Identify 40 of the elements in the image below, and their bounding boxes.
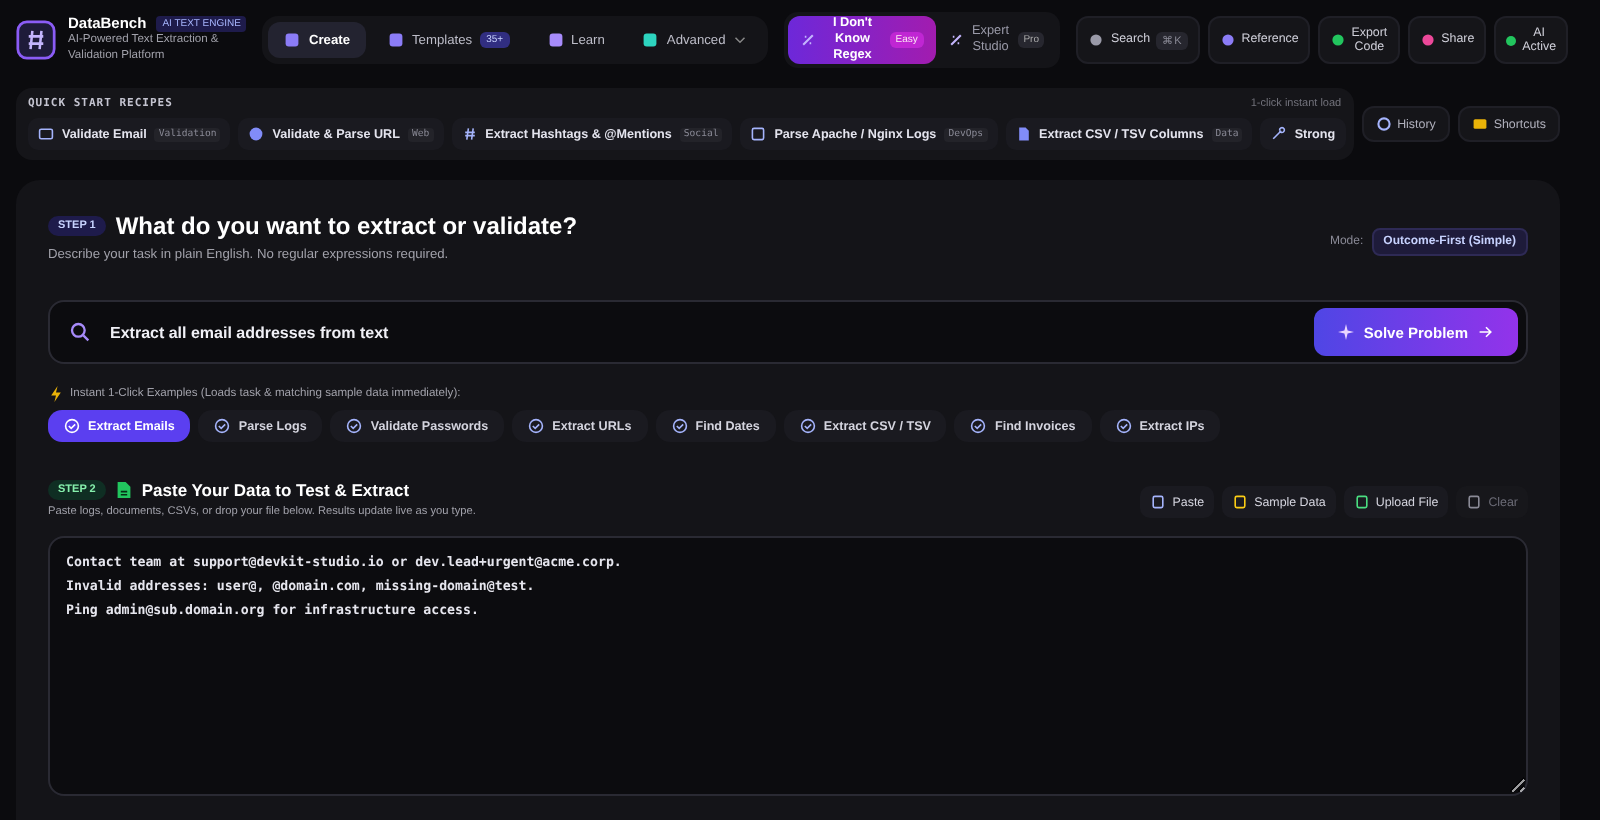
recipe-icon: [1270, 126, 1287, 142]
recipe-icon: [1015, 126, 1032, 142]
mode-icon: [947, 32, 964, 48]
chevron-icon: [733, 36, 746, 44]
side-icon: [1471, 116, 1488, 132]
action-icon: [1353, 494, 1370, 510]
side-icon: [1375, 116, 1392, 132]
step-title: What do you want to extract or validate?: [115, 212, 578, 240]
recipe-icon: [461, 126, 478, 142]
check-circle-icon: [214, 418, 231, 434]
action-icon: [1232, 494, 1249, 510]
nav-icon: [388, 32, 404, 48]
check-circle-icon: [970, 418, 987, 434]
step-title: Paste Your Data to Test & Extract: [141, 480, 410, 500]
nav-icon: [547, 32, 564, 48]
check-circle-icon: [671, 418, 688, 434]
document-icon: [115, 480, 132, 500]
search-icon: [70, 322, 90, 342]
arrow-icon: [1478, 324, 1494, 340]
tool-icon: [1219, 32, 1236, 48]
recipe-icon: [38, 126, 54, 142]
check-circle-icon: [346, 418, 363, 434]
recipe-icon: [750, 126, 767, 142]
tool-icon: [1419, 32, 1436, 48]
logo-icon: [16, 20, 56, 60]
recipe-icon: [248, 126, 265, 142]
action-icon: [1150, 494, 1167, 510]
check-circle-icon: [528, 418, 545, 434]
nav-icon: [284, 32, 301, 48]
check-circle-icon: [799, 418, 816, 434]
bolt-icon: [48, 386, 64, 402]
tool-icon: [1088, 32, 1105, 48]
mode-icon: [799, 32, 816, 48]
check-circle-icon: [64, 418, 80, 434]
sparkle-icon: [1337, 324, 1354, 340]
action-icon: [1466, 494, 1483, 510]
nav-icon: [642, 32, 659, 48]
tool-icon: [1329, 32, 1346, 48]
status-dot-icon: [1506, 35, 1517, 45]
check-circle-icon: [1115, 418, 1132, 434]
